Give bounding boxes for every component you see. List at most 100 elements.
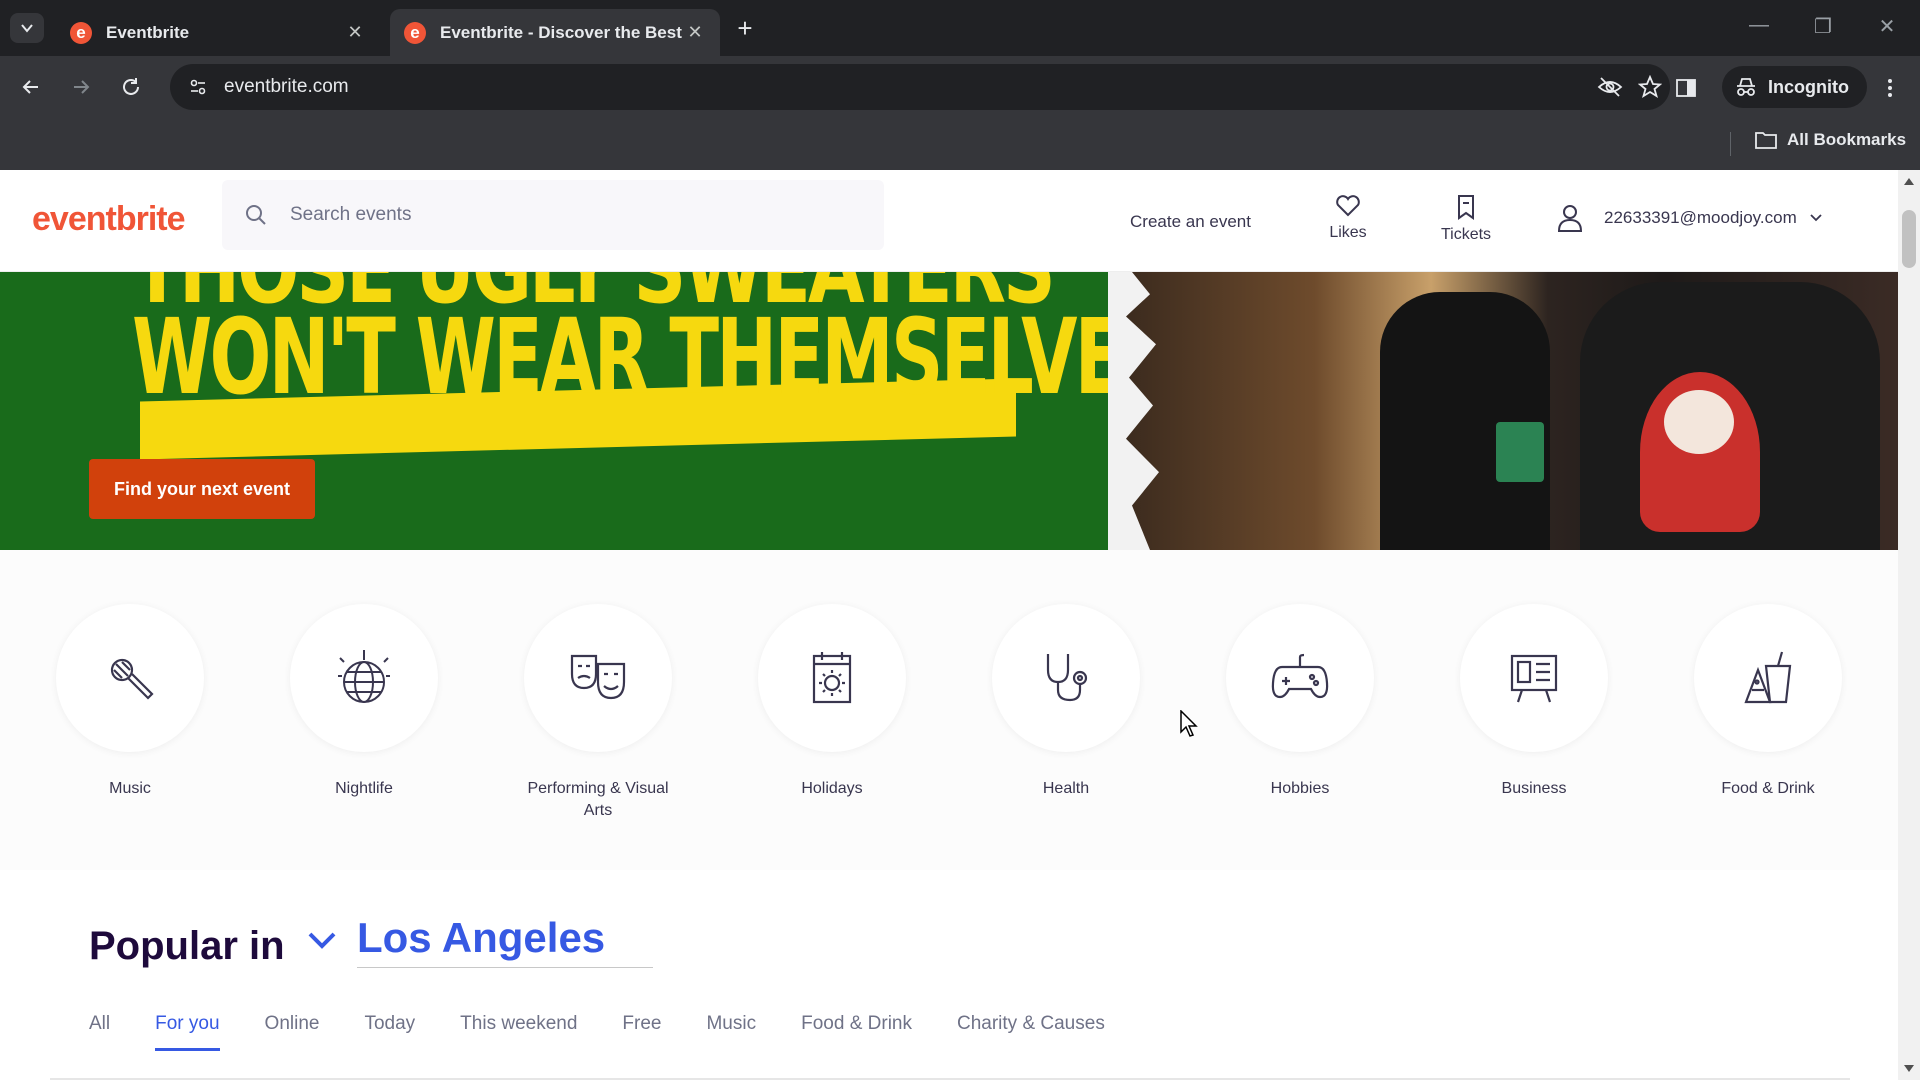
new-tab-button[interactable]: + [728, 13, 762, 43]
microphone-icon [110, 658, 154, 700]
location-chevron-down-icon[interactable] [306, 928, 338, 957]
category-holidays[interactable]: Holidays [732, 604, 932, 800]
filter-tab-all[interactable]: All [89, 1013, 110, 1051]
filter-tab-charity-causes[interactable]: Charity & Causes [957, 1013, 1105, 1051]
account-email: 22633391@moodjoy.com [1604, 208, 1797, 227]
page-scrollbar[interactable] [1898, 170, 1920, 1080]
user-avatar-icon [1552, 200, 1588, 236]
tab-search-button[interactable] [10, 13, 44, 43]
window-close-icon[interactable]: ✕ [1872, 14, 1902, 39]
filter-tabs: All For you Online Today This weekend Fr… [89, 1013, 1150, 1051]
category-circle[interactable] [524, 604, 672, 752]
tickets-link[interactable]: Tickets [1426, 194, 1506, 244]
restore-icon[interactable]: ❐ [1808, 14, 1838, 39]
browser-tab-eventbrite[interactable]: e Eventbrite ✕ [56, 9, 380, 56]
popular-section: Popular in Los Angeles All For you Onlin… [0, 870, 1898, 1080]
filter-tab-for-you[interactable]: For you [155, 1013, 220, 1051]
likes-link[interactable]: Likes [1308, 194, 1388, 242]
side-panel-icon[interactable] [1670, 72, 1702, 104]
page-viewport: eventbrite Create an event Likes Tickets… [0, 170, 1898, 1080]
filter-tab-this-weekend[interactable]: This weekend [460, 1013, 577, 1051]
category-performing-visual-arts[interactable]: Performing & Visual Arts [498, 604, 698, 822]
eventbrite-favicon-icon: e [70, 21, 92, 44]
all-bookmarks-button[interactable]: All Bookmarks [1755, 130, 1906, 150]
category-circle[interactable] [1460, 604, 1608, 752]
search-bar[interactable] [222, 180, 884, 250]
find-next-event-button[interactable]: Find your next event [89, 459, 315, 519]
category-circle[interactable] [290, 604, 438, 752]
hero-photo-person [1380, 292, 1550, 550]
account-menu[interactable]: 22633391@moodjoy.com [1552, 200, 1823, 236]
filter-tab-today[interactable]: Today [364, 1013, 415, 1051]
stethoscope-icon [1046, 654, 1088, 702]
menu-kebab-icon[interactable] [1874, 72, 1906, 104]
hero-banner: THOSE UGLY SWEATERS WON'T WEAR THEMSELVE… [0, 272, 1898, 550]
popular-title: Popular in [89, 924, 285, 968]
location-city: Los Angeles [357, 914, 606, 961]
reload-icon[interactable] [116, 72, 146, 102]
hero-headline-line2: WON'T WEAR THEMSELVES [132, 296, 1174, 418]
location-picker[interactable]: Los Angeles [357, 914, 653, 968]
tab-title: Eventbrite [106, 22, 190, 42]
category-circle[interactable] [1226, 604, 1374, 752]
chevron-down-icon [21, 24, 33, 33]
presentation-board-icon [1510, 654, 1558, 703]
hero-photo-drink [1496, 422, 1544, 482]
close-icon[interactable]: ✕ [684, 22, 706, 44]
category-circle[interactable] [992, 604, 1140, 752]
filter-tab-music[interactable]: Music [706, 1013, 756, 1051]
tab-title: Eventbrite - Discover the Best L [440, 22, 684, 42]
folder-icon [1755, 132, 1777, 149]
create-event-link[interactable]: Create an event [1130, 212, 1251, 232]
category-row: Music Nightlife Performing & Visual Arts… [0, 550, 1898, 870]
scroll-up-arrow-icon[interactable] [1904, 178, 1914, 185]
browser-toolbar: eventbrite.com Incognito [0, 56, 1920, 118]
eventbrite-logo[interactable]: eventbrite [32, 200, 185, 239]
category-hobbies[interactable]: Hobbies [1200, 604, 1400, 800]
minimize-icon[interactable]: — [1744, 14, 1774, 37]
incognito-badge[interactable]: Incognito [1722, 66, 1867, 108]
bookmarks-bar: All Bookmarks [0, 118, 1920, 170]
category-business[interactable]: Business [1434, 604, 1634, 800]
scroll-down-arrow-icon[interactable] [1904, 1065, 1914, 1072]
bookmarks-divider [1730, 132, 1731, 156]
food-drink-icon [1744, 651, 1792, 704]
eventbrite-favicon-icon: e [404, 21, 426, 44]
filter-tab-free[interactable]: Free [622, 1013, 661, 1051]
category-label: Music [109, 780, 151, 797]
category-label: Business [1501, 780, 1567, 797]
scrollbar-thumb[interactable] [1902, 210, 1916, 268]
filter-tab-online[interactable]: Online [265, 1013, 320, 1051]
category-nightlife[interactable]: Nightlife [264, 604, 464, 800]
ticket-icon [1458, 195, 1474, 220]
bookmark-star-icon[interactable] [1630, 67, 1670, 107]
eye-off-icon[interactable] [1590, 67, 1630, 107]
calendar-icon [812, 652, 852, 704]
address-bar[interactable]: eventbrite.com [170, 64, 1670, 110]
back-icon[interactable] [16, 72, 46, 102]
search-input[interactable] [290, 204, 850, 226]
category-label: Food & Drink [1721, 780, 1815, 797]
category-circle[interactable] [758, 604, 906, 752]
theater-masks-icon [570, 654, 626, 700]
site-header: eventbrite Create an event Likes Tickets… [0, 170, 1898, 272]
incognito-label: Incognito [1768, 76, 1849, 97]
disco-ball-icon [338, 650, 390, 703]
category-label: Nightlife [335, 780, 393, 797]
gamepad-icon [1271, 653, 1329, 699]
category-circle[interactable] [56, 604, 204, 752]
category-label: Hobbies [1270, 780, 1330, 797]
close-icon[interactable]: ✕ [344, 22, 366, 44]
all-bookmarks-label: All Bookmarks [1787, 130, 1907, 149]
category-food-drink[interactable]: Food & Drink [1668, 604, 1868, 800]
category-circle[interactable] [1694, 604, 1842, 752]
site-settings-icon[interactable] [184, 73, 212, 101]
forward-icon[interactable] [66, 72, 96, 102]
browser-tab-discover[interactable]: e Eventbrite - Discover the Best L ✕ [390, 9, 720, 56]
category-music[interactable]: Music [30, 604, 230, 800]
browser-tab-bar: e Eventbrite ✕ e Eventbrite - Discover t… [0, 0, 1920, 56]
filter-tab-food-drink[interactable]: Food & Drink [801, 1013, 912, 1051]
hero-photo-santa-face [1664, 390, 1734, 454]
category-health[interactable]: Health [966, 604, 1166, 800]
tickets-label: Tickets [1440, 226, 1492, 243]
